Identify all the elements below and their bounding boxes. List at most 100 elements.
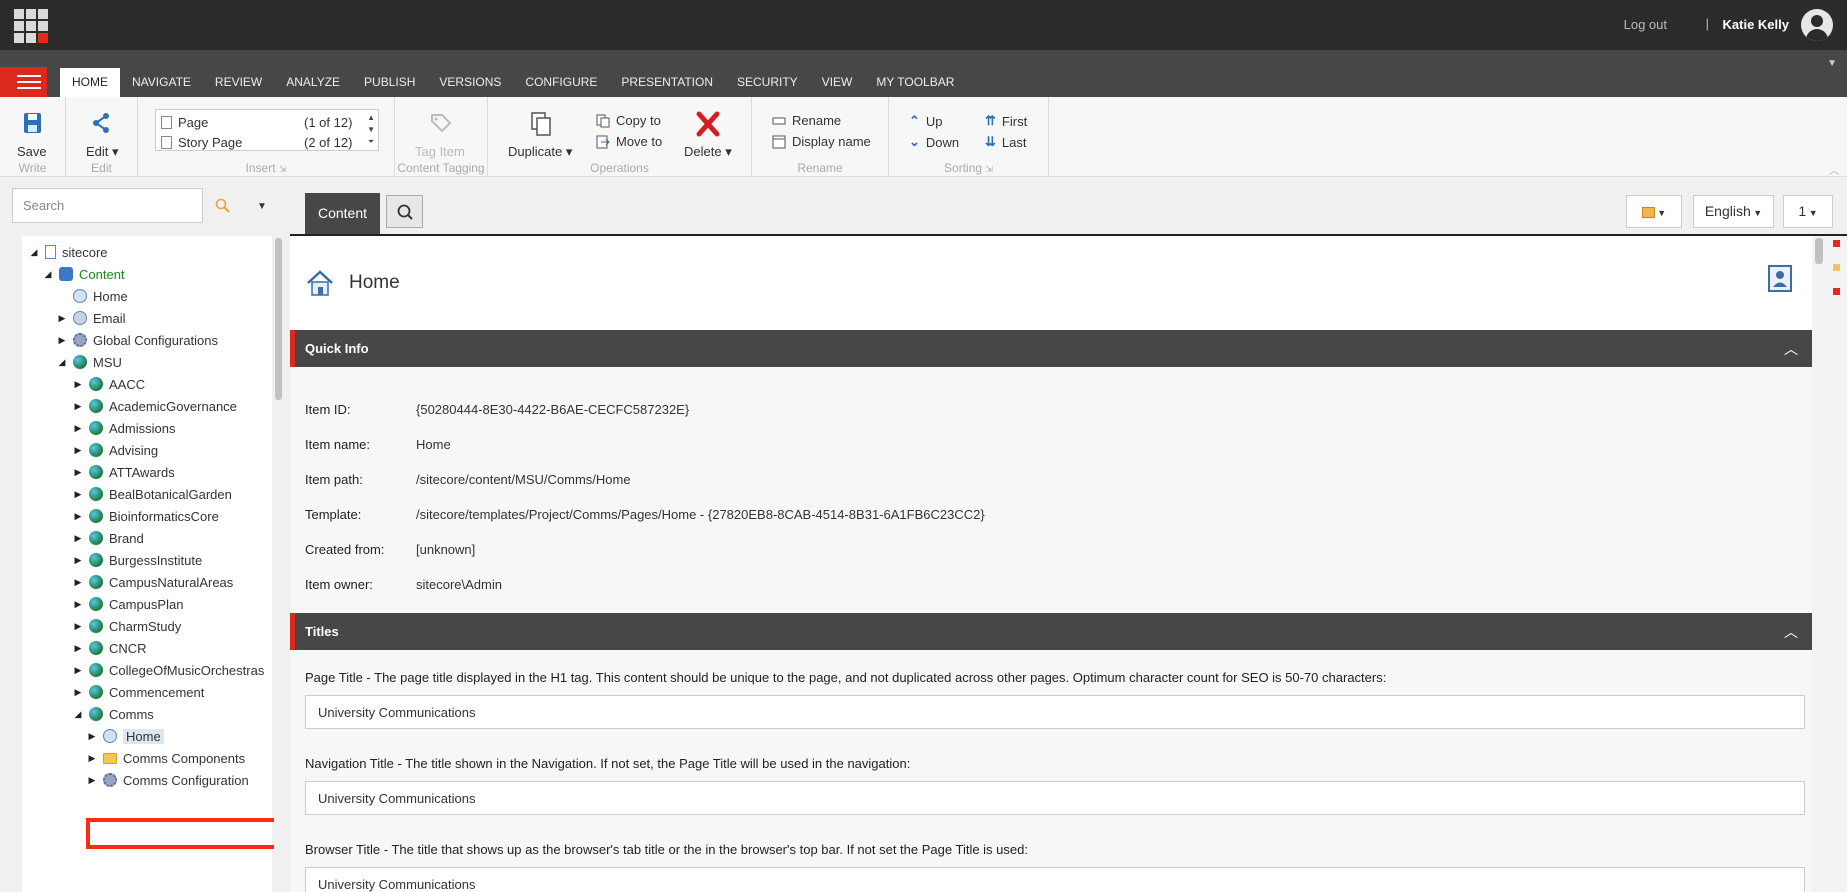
insert-scroll-arrows[interactable]: ▲ ▼ ⏷ — [367, 112, 375, 148]
tab-navigate[interactable]: NAVIGATE — [120, 68, 203, 97]
expand-arrow-icon[interactable]: ▶ — [86, 775, 98, 786]
collapse-ribbon-icon[interactable]: ︿ — [1829, 162, 1839, 177]
tab-home[interactable]: HOME — [60, 68, 120, 97]
move-to-button[interactable]: Move to — [596, 134, 662, 149]
tree-item-global-configurations[interactable]: ▶ Global Configurations — [56, 329, 219, 351]
expand-arrow-icon[interactable]: ▶ — [72, 423, 84, 434]
caret-down-icon[interactable]: ▼ — [1827, 58, 1837, 69]
tree-item-brand[interactable]: ▶ Brand — [72, 527, 144, 549]
tab-publish[interactable]: PUBLISH — [352, 68, 427, 97]
validation-button[interactable]: ▼ — [1626, 195, 1682, 228]
tab-presentation[interactable]: PRESENTATION — [609, 68, 725, 97]
tree-item-burgessinstitute[interactable]: ▶ BurgessInstitute — [72, 549, 203, 571]
expand-arrow-icon[interactable]: ▶ — [72, 599, 84, 610]
expand-arrow-icon[interactable]: ▶ — [86, 753, 98, 764]
tab-view[interactable]: VIEW — [810, 68, 865, 97]
tree-scrollbar[interactable] — [274, 236, 283, 892]
user-profile-icon[interactable] — [1768, 265, 1792, 292]
tree-item-attawards[interactable]: ▶ ATTAwards — [72, 461, 175, 483]
expand-arrow-icon[interactable]: ▶ — [72, 445, 84, 456]
sort-last-button[interactable]: ⇊ Last — [985, 134, 1026, 150]
tree-item-msu[interactable]: ◢ MSU — [56, 351, 122, 373]
tree-item-academicgovernance[interactable]: ▶ AcademicGovernance — [72, 395, 237, 417]
insert-option-story-page[interactable]: Story Page (2 of 12) — [161, 133, 361, 151]
search-options-dropdown-icon[interactable]: ▼ — [257, 201, 267, 212]
tag-item-button[interactable]: Tag Item — [415, 111, 465, 159]
delete-button[interactable]: Delete ▾ — [684, 111, 732, 160]
section-quick-info[interactable]: Quick Info ︿ — [290, 330, 1812, 367]
rename-button[interactable]: Rename — [772, 113, 841, 128]
expand-arrow-icon[interactable]: ▶ — [72, 577, 84, 588]
expand-arrow-icon[interactable]: ▶ — [72, 467, 84, 478]
app-launcher-icon[interactable] — [14, 9, 48, 43]
scrollbar-thumb[interactable] — [1815, 238, 1823, 264]
navigation-title-field[interactable] — [305, 781, 1805, 815]
expand-arrow-icon[interactable]: ▶ — [72, 489, 84, 500]
duplicate-button[interactable]: Duplicate ▾ — [508, 111, 572, 160]
expand-arrow-icon[interactable]: ▶ — [72, 555, 84, 566]
tab-analyze[interactable]: ANALYZE — [274, 68, 352, 97]
expand-arrow-icon[interactable]: ▶ — [72, 511, 84, 522]
expand-arrow-icon[interactable]: ▶ — [56, 335, 68, 346]
expand-arrow-icon[interactable]: ▶ — [72, 643, 84, 654]
expand-arrow-icon[interactable]: ▶ — [86, 731, 98, 742]
section-titles[interactable]: Titles ︿ — [290, 613, 1812, 650]
expand-arrow-icon[interactable]: ▶ — [72, 621, 84, 632]
tree-item-comms-components[interactable]: ▶ Comms Components — [86, 747, 246, 769]
error-marker[interactable] — [1833, 288, 1840, 295]
tree-item-sitecore[interactable]: ◢ sitecore — [28, 241, 108, 263]
tree-item-comms-home[interactable]: ▶ Home — [86, 725, 164, 747]
expand-arrow-icon[interactable]: ▶ — [72, 379, 84, 390]
expand-arrow-icon[interactable]: ▶ — [72, 665, 84, 676]
tree-item-advising[interactable]: ▶ Advising — [72, 439, 159, 461]
tab-review[interactable]: REVIEW — [203, 68, 274, 97]
tree-item-content[interactable]: ◢ Content — [42, 263, 125, 285]
tab-my-toolbar[interactable]: MY TOOLBAR — [864, 68, 966, 97]
chevron-up-icon[interactable]: ︿ — [1784, 339, 1798, 359]
tree-item-admissions[interactable]: ▶ Admissions — [72, 417, 176, 439]
user-name[interactable]: Katie Kelly — [1723, 17, 1789, 32]
tab-configure[interactable]: CONFIGURE — [513, 68, 609, 97]
collapse-arrow-icon[interactable]: ◢ — [42, 269, 54, 280]
tree-item-aacc[interactable]: ▶ AACC — [72, 373, 146, 395]
tab-content[interactable]: Content — [305, 193, 380, 234]
expand-arrow-icon[interactable]: ▶ — [72, 533, 84, 544]
scrollbar-thumb[interactable] — [275, 238, 282, 400]
tree-item-comms-configuration[interactable]: ▶ Comms Configuration — [86, 769, 249, 791]
tree-item-email[interactable]: ▶ Email — [56, 307, 126, 329]
logout-link[interactable]: Log out — [1624, 17, 1667, 32]
warning-marker[interactable] — [1833, 264, 1840, 271]
tab-versions[interactable]: VERSIONS — [427, 68, 513, 97]
sort-up-button[interactable]: ⌃ Up — [909, 113, 943, 129]
menu-icon[interactable] — [0, 67, 47, 97]
tree-item-campusplan[interactable]: ▶ CampusPlan — [72, 593, 184, 615]
save-button[interactable]: Save — [17, 111, 47, 159]
error-marker[interactable] — [1833, 240, 1840, 247]
tree-item-comms[interactable]: ◢ Comms — [72, 703, 154, 725]
editor-scrollbar[interactable] — [1812, 236, 1826, 892]
tree-item-bioinformaticscore[interactable]: ▶ BioinformaticsCore — [72, 505, 219, 527]
tree-item-collegeofmusicorchestras[interactable]: ▶ CollegeOfMusicOrchestras — [72, 659, 265, 681]
chevron-up-icon[interactable]: ︿ — [1784, 622, 1798, 642]
avatar[interactable] — [1801, 9, 1833, 41]
expand-arrow-icon[interactable]: ▶ — [72, 401, 84, 412]
tree-item-commencement[interactable]: ▶ Commencement — [72, 681, 205, 703]
sort-down-button[interactable]: ⌄ Down — [909, 134, 959, 150]
tab-security[interactable]: SECURITY — [725, 68, 810, 97]
insert-option-page[interactable]: Page (1 of 12) — [161, 113, 361, 131]
tree-item-charmstudy[interactable]: ▶ CharmStudy — [72, 615, 182, 637]
collapse-arrow-icon[interactable]: ◢ — [28, 247, 40, 258]
expand-arrow-icon[interactable]: ▶ — [56, 313, 68, 324]
search-input[interactable] — [12, 188, 203, 223]
tree-item-campusnaturalareas[interactable]: ▶ CampusNaturalAreas — [72, 571, 234, 593]
expand-arrow-icon[interactable]: ▶ — [72, 687, 84, 698]
edit-button[interactable]: Edit ▾ — [86, 111, 119, 160]
display-name-button[interactable]: Display name — [772, 134, 871, 149]
collapse-arrow-icon[interactable]: ◢ — [56, 357, 68, 368]
browser-title-field[interactable] — [305, 867, 1805, 892]
page-title-field[interactable] — [305, 695, 1805, 729]
tree-item-home[interactable]: Home — [56, 285, 128, 307]
collapse-arrow-icon[interactable]: ◢ — [72, 709, 84, 720]
editor-search-button[interactable] — [386, 195, 423, 228]
version-dropdown[interactable]: 1 ▼ — [1783, 195, 1833, 228]
